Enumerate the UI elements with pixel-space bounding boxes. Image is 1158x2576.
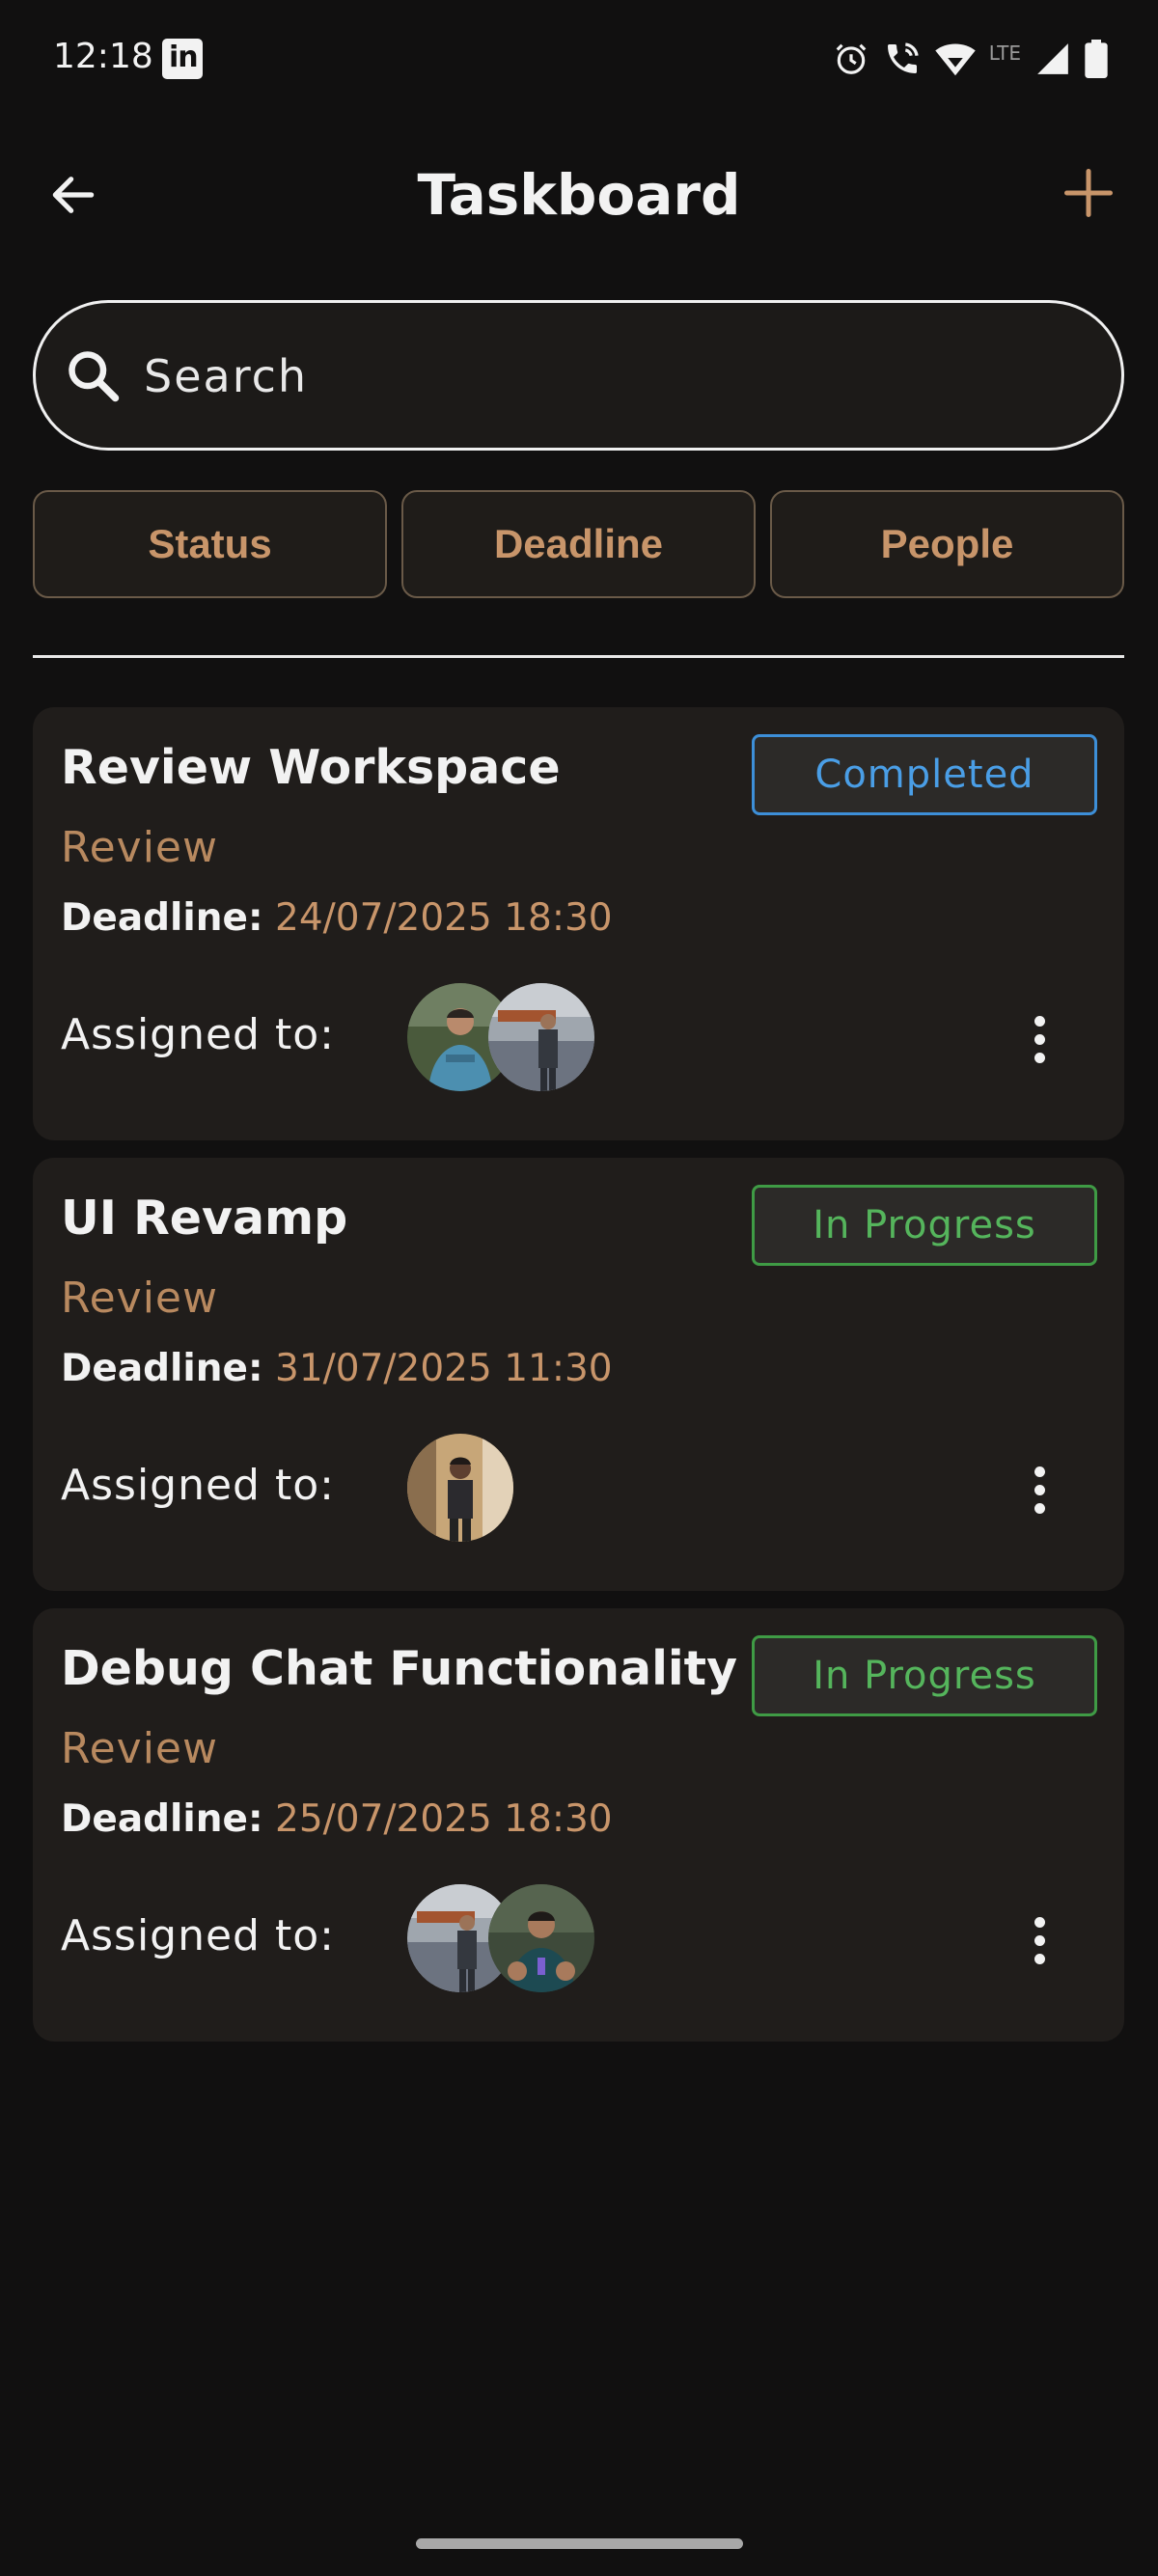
status-badge: Completed [752, 734, 1097, 815]
lte-label: LTE [988, 41, 1021, 65]
avatar[interactable] [407, 1434, 513, 1542]
deadline-value: 31/07/2025 11:30 [275, 1347, 613, 1390]
deadline-label: Deadline: [61, 896, 263, 940]
task-deadline: Deadline: 25/07/2025 18:30 [61, 1797, 613, 1841]
search-icon [69, 351, 120, 402]
status-time: 12:18 [53, 37, 153, 76]
deadline-filter-button[interactable]: Deadline [401, 490, 756, 598]
battery-icon [1085, 40, 1108, 78]
status-badge: In Progress [752, 1185, 1097, 1266]
assignee-avatars [407, 983, 594, 1091]
app-header: Taskboard [0, 145, 1158, 241]
people-filter-button[interactable]: People [770, 490, 1124, 598]
more-options-button[interactable] [1030, 1016, 1049, 1074]
status-icons: LTE [833, 37, 1108, 81]
task-card[interactable]: Debug Chat Functionality In Progress Rev… [33, 1608, 1124, 2042]
task-title: Debug Chat Functionality [61, 1641, 738, 1696]
task-category: Review [61, 823, 218, 872]
status-badge: In Progress [752, 1635, 1097, 1716]
deadline-value: 25/07/2025 18:30 [275, 1797, 613, 1841]
assigned-label: Assigned to: [61, 1911, 335, 1960]
more-options-button[interactable] [1030, 1466, 1049, 1524]
task-title: Review Workspace [61, 740, 561, 795]
assigned-label: Assigned to: [61, 1461, 335, 1510]
home-indicator[interactable] [416, 2538, 743, 2549]
wifi-calling-icon [887, 42, 919, 73]
signal-icon [1037, 43, 1068, 74]
deadline-label: Deadline: [61, 1797, 263, 1841]
task-category: Review [61, 1274, 218, 1323]
assignee-avatars [407, 1884, 594, 1992]
deadline-label: Deadline: [61, 1347, 263, 1390]
task-card[interactable]: UI Revamp In Progress Review Deadline: 3… [33, 1158, 1124, 1591]
filter-bar: Status Deadline People [33, 490, 1124, 598]
task-category: Review [61, 1724, 218, 1773]
more-options-button[interactable] [1030, 1917, 1049, 1975]
divider [33, 655, 1124, 658]
alarm-icon [836, 43, 867, 74]
task-list: Review Workspace Completed Review Deadli… [33, 707, 1124, 2059]
search-input[interactable] [144, 342, 1012, 411]
deadline-value: 24/07/2025 18:30 [275, 896, 613, 940]
page-title: Taskboard [417, 162, 741, 228]
search-bar[interactable] [33, 300, 1124, 451]
avatar[interactable] [488, 983, 594, 1091]
wifi-icon [935, 43, 976, 76]
add-task-button[interactable] [1060, 164, 1117, 222]
assigned-label: Assigned to: [61, 1010, 335, 1059]
linkedin-icon: in [162, 39, 203, 79]
task-deadline: Deadline: 31/07/2025 11:30 [61, 1347, 613, 1390]
avatar[interactable] [488, 1884, 594, 1992]
status-bar: 12:18 in LTE [0, 0, 1158, 116]
task-title: UI Revamp [61, 1191, 348, 1246]
task-deadline: Deadline: 24/07/2025 18:30 [61, 896, 613, 940]
status-filter-button[interactable]: Status [33, 490, 387, 598]
plus-icon [1064, 169, 1113, 217]
assignee-avatars [407, 1434, 513, 1542]
task-card[interactable]: Review Workspace Completed Review Deadli… [33, 707, 1124, 1140]
